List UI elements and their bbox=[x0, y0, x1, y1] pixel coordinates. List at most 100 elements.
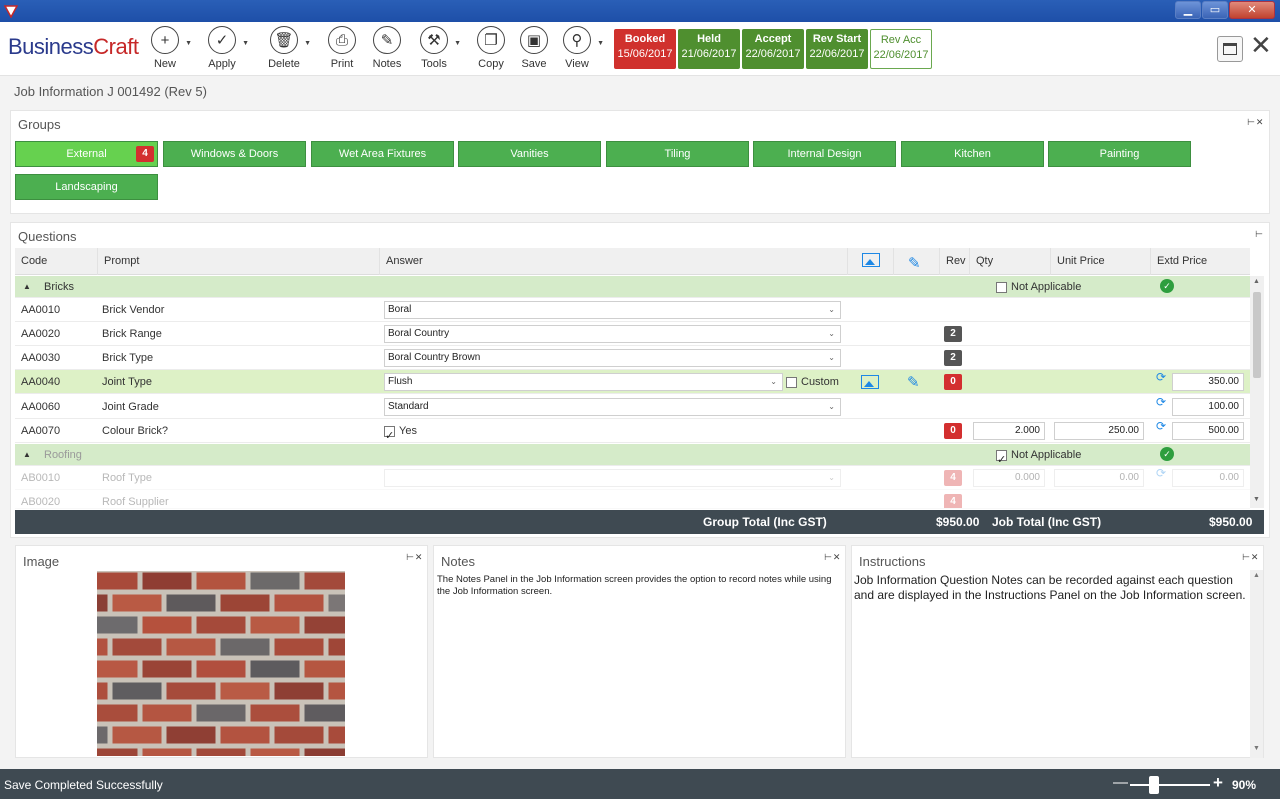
brick-wall-image bbox=[97, 571, 345, 756]
refresh-icon[interactable]: ⟳ bbox=[1156, 370, 1166, 384]
notes-text[interactable]: The Notes Panel in the Job Information s… bbox=[437, 574, 837, 598]
image-icon bbox=[862, 253, 880, 267]
not-applicable-toggle[interactable]: Not Applicable bbox=[996, 443, 1081, 472]
scroll-thumb[interactable] bbox=[1253, 292, 1261, 378]
table-row[interactable]: AA0010 Brick Vendor Boral ⌄ bbox=[15, 298, 1250, 322]
minimize-button[interactable]: ▁ bbox=[1175, 1, 1201, 19]
tools-button[interactable]: ⚒ ▼ Tools bbox=[409, 26, 461, 70]
instructions-scrollbar[interactable]: ▲ ▼ bbox=[1250, 570, 1263, 758]
table-row[interactable]: AA0020 Brick Range Boral Country ⌄ 2 bbox=[15, 322, 1250, 346]
checkbox-checked[interactable] bbox=[996, 448, 1007, 472]
extd-price-input[interactable]: 350.00 bbox=[1172, 373, 1244, 391]
answer-dropdown[interactable]: Standard ⌄ bbox=[384, 398, 841, 416]
pin-close-icon[interactable]: ⊢✕ bbox=[1247, 117, 1264, 128]
table-row[interactable]: AA0060 Joint Grade Standard ⌄ ⟳ 100.00 bbox=[15, 395, 1250, 419]
answer-dropdown[interactable]: Boral Country ⌄ bbox=[384, 325, 841, 343]
status-message: Save Completed Successfully bbox=[4, 778, 163, 792]
note-icon: ✎ bbox=[373, 26, 401, 54]
col-notes[interactable]: ✎ bbox=[893, 248, 939, 275]
checkbox[interactable] bbox=[996, 281, 1007, 293]
questions-scrollbar[interactable]: ▲ ▼ bbox=[1250, 276, 1264, 508]
status-rev-start[interactable]: Rev Start 22/06/2017 bbox=[806, 29, 868, 69]
note-edit-icon[interactable]: ✎ bbox=[907, 373, 920, 391]
rev-badge[interactable]: 0 bbox=[944, 423, 962, 439]
group-kitchen[interactable]: Kitchen bbox=[901, 141, 1044, 167]
col-unit-price[interactable]: Unit Price bbox=[1050, 248, 1150, 275]
extd-price-input[interactable]: 100.00 bbox=[1172, 398, 1244, 416]
group-wet-area-fixtures[interactable]: Wet Area Fixtures bbox=[311, 141, 454, 167]
extd-price-input[interactable]: 500.00 bbox=[1172, 422, 1244, 440]
chevron-down-icon: ⌄ bbox=[828, 305, 835, 314]
status-booked[interactable]: Booked 15/06/2017 bbox=[614, 29, 676, 69]
zoom-out-button[interactable]: — bbox=[1113, 774, 1128, 791]
answer-checkbox[interactable]: Yes bbox=[384, 419, 417, 448]
notes-button[interactable]: ✎ Notes bbox=[362, 26, 412, 70]
col-prompt[interactable]: Prompt bbox=[97, 248, 379, 275]
rev-badge[interactable]: 0 bbox=[944, 374, 962, 390]
pin-close-icon[interactable]: ⊢✕ bbox=[406, 552, 423, 563]
rev-badge[interactable]: 2 bbox=[944, 350, 962, 366]
close-screen-button[interactable]: ✕ bbox=[1250, 30, 1272, 60]
group-tiling[interactable]: Tiling bbox=[606, 141, 749, 167]
group-vanities[interactable]: Vanities bbox=[458, 141, 601, 167]
app-logo-icon bbox=[4, 5, 18, 18]
view-button[interactable]: ⚲ ▼ View bbox=[552, 26, 604, 70]
checkbox[interactable] bbox=[786, 376, 797, 388]
not-applicable-toggle[interactable]: Not Applicable bbox=[996, 275, 1081, 299]
status-accept[interactable]: Accept 22/06/2017 bbox=[742, 29, 804, 69]
qty-input[interactable]: 2.000 bbox=[973, 422, 1045, 440]
pin-close-icon[interactable]: ⊢✕ bbox=[824, 552, 841, 563]
app-logo: BusinessCraft bbox=[8, 34, 139, 59]
print-button[interactable]: ⎙ Print bbox=[317, 26, 367, 70]
custom-toggle[interactable]: Custom bbox=[786, 370, 839, 394]
tools-icon: ⚒ bbox=[420, 26, 448, 54]
refresh-icon[interactable]: ⟳ bbox=[1156, 395, 1166, 409]
col-code[interactable]: Code bbox=[15, 248, 97, 275]
pin-close-icon[interactable]: ⊢✕ bbox=[1242, 552, 1259, 563]
magnifier-icon: ⚲ bbox=[563, 26, 591, 54]
table-row[interactable]: AA0070 Colour Brick? Yes 0 2.000 250.00 … bbox=[15, 419, 1250, 448]
unit-price-input[interactable]: 250.00 bbox=[1054, 422, 1144, 440]
rev-badge[interactable]: 2 bbox=[944, 326, 962, 342]
new-button[interactable]: + ▼ New bbox=[140, 26, 192, 70]
apply-button[interactable]: ✓ ▼ Apply bbox=[197, 26, 249, 70]
refresh-icon[interactable]: ⟳ bbox=[1156, 419, 1166, 433]
image-icon[interactable] bbox=[861, 375, 879, 389]
chevron-down-icon: ⌄ bbox=[770, 377, 777, 386]
zoom-slider-track[interactable] bbox=[1130, 784, 1210, 786]
calendar-button[interactable] bbox=[1217, 36, 1243, 62]
col-rev[interactable]: Rev bbox=[939, 248, 969, 275]
col-qty[interactable]: Qty bbox=[969, 248, 1050, 275]
answer-dropdown[interactable]: Flush ⌄ bbox=[384, 373, 783, 391]
col-answer[interactable]: Answer bbox=[379, 248, 847, 275]
delete-button[interactable]: 🗑 ▼ Delete bbox=[259, 26, 311, 70]
group-row-bricks[interactable]: ▲ Bricks Not Applicable ✓ bbox=[15, 276, 1250, 298]
answer-dropdown[interactable]: Boral ⌄ bbox=[384, 301, 841, 319]
scroll-down-icon[interactable]: ▼ bbox=[1253, 496, 1260, 503]
status-rev-acc[interactable]: Rev Acc 22/06/2017 bbox=[870, 29, 932, 69]
window-close-button[interactable]: ✕ bbox=[1229, 1, 1275, 19]
status-held[interactable]: Held 21/06/2017 bbox=[678, 29, 740, 69]
collapse-icon[interactable]: ▲ bbox=[23, 275, 31, 299]
zoom-in-button[interactable]: + bbox=[1213, 773, 1223, 793]
collapse-icon[interactable]: ▲ bbox=[23, 443, 31, 467]
group-internal-design[interactable]: Internal Design bbox=[753, 141, 896, 167]
notes-panel: Notes ⊢✕ The Notes Panel in the Job Info… bbox=[433, 545, 846, 758]
zoom-slider-thumb[interactable] bbox=[1149, 776, 1159, 794]
col-image[interactable] bbox=[847, 248, 893, 275]
maximize-button[interactable]: ▭ bbox=[1202, 1, 1228, 19]
group-windows-doors[interactable]: Windows & Doors bbox=[163, 141, 306, 167]
group-external[interactable]: External 4 bbox=[15, 141, 158, 167]
group-painting[interactable]: Painting bbox=[1048, 141, 1191, 167]
checkbox-checked[interactable] bbox=[384, 424, 395, 448]
table-row-selected[interactable]: AA0040 Joint Type Flush ⌄ Custom ✎ 0 ⟳ 35… bbox=[15, 370, 1250, 394]
table-row[interactable]: AA0030 Brick Type Boral Country Brown ⌄ 2 bbox=[15, 346, 1250, 370]
answer-dropdown[interactable]: Boral Country Brown ⌄ bbox=[384, 349, 841, 367]
col-extd-price[interactable]: Extd Price bbox=[1150, 248, 1250, 275]
scroll-up-icon[interactable]: ▲ bbox=[1253, 278, 1260, 285]
pin-icon[interactable]: ⊢ bbox=[1255, 229, 1264, 240]
group-row-roofing[interactable]: ▲ Roofing Not Applicable ✓ bbox=[15, 443, 1250, 472]
unit-price-input: 0.00 bbox=[1054, 469, 1144, 487]
scroll-down-icon: ▼ bbox=[1253, 745, 1260, 752]
group-landscaping[interactable]: Landscaping bbox=[15, 174, 158, 200]
